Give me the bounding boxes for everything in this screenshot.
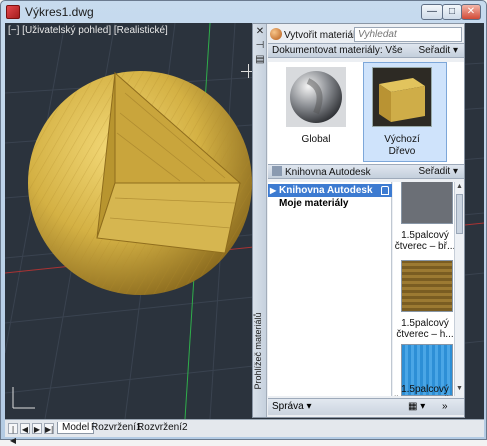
palette-close-icon[interactable]: ✕ [255, 27, 265, 37]
autocad-app-icon[interactable] [6, 5, 20, 19]
layout-tabs-bar: |◀ ◀ ▶ ▶| Model Rozvržení1 Rozvržení2 [5, 419, 484, 445]
create-material-button[interactable]: Vytvořit materiál ▾ [270, 28, 363, 41]
material-label-global: Global [301, 134, 331, 145]
palette-footer: Správa ▾ ▦ ▾ » [268, 398, 464, 415]
prev-tab-icon[interactable]: ◀ [20, 423, 30, 434]
cursor-crosshair-vertical [248, 64, 249, 78]
material-sphere-icon [270, 28, 282, 40]
more-options-button[interactable]: » [442, 401, 448, 412]
tree-item-my-materials[interactable]: Moje materiály [268, 197, 392, 210]
view-options-button[interactable]: ▦ ▾ [408, 401, 425, 412]
library-scrollbar[interactable]: ▲ ▼ [454, 182, 464, 396]
material-label-default-wood: Výchozí Dřevo [384, 134, 420, 157]
viewport-controls-label[interactable]: [−] [Uživatelský pohled] [Realistické] [8, 25, 168, 36]
material-name: 1.5palcový čtverec – bř... [394, 230, 456, 252]
material-thumbnail [401, 182, 453, 224]
material-name: 1.5palcový čtverec – h... [396, 318, 454, 340]
title-bar: Výkres1.dwg — □ ✕ [1, 1, 486, 23]
maximize-button[interactable]: □ [442, 4, 462, 20]
library-tree: ▶ Knihovna Autodesk Moje materiály [268, 182, 392, 396]
minimize-button[interactable]: — [421, 4, 443, 20]
first-tab-icon[interactable]: |◀ [8, 423, 18, 445]
library-sort-button[interactable]: Seřadit ▾ [419, 166, 458, 177]
tree-item-label: Knihovna Autodesk [279, 185, 373, 196]
sphere-swatch-icon[interactable] [286, 67, 346, 127]
last-tab-icon[interactable]: ▶| [44, 423, 54, 434]
next-tab-icon[interactable]: ▶ [32, 423, 42, 434]
scrollbar-thumb[interactable] [456, 194, 463, 234]
document-materials-header[interactable]: Dokumentovat materiály: Vše Seřadit ▾ [268, 43, 464, 58]
library-header-label: Knihovna Autodesk [285, 167, 371, 178]
close-button[interactable]: ✕ [461, 4, 481, 20]
tab-layout2[interactable]: Rozvržení2 [133, 422, 192, 433]
manage-button[interactable]: Správa ▾ [272, 401, 311, 412]
library-header[interactable]: Knihovna Autodesk Seřadit ▾ [268, 164, 464, 179]
palette-properties-icon[interactable]: ▤ [255, 55, 265, 65]
palette-side-bar[interactable]: ✕ ⊣ ▤ Prohlížeč materiálů [253, 24, 267, 417]
material-search-input[interactable] [354, 27, 462, 42]
document-materials-panel: Global Výchozí Dřevo [268, 62, 464, 164]
palette-autohide-icon[interactable]: ⊣ [255, 41, 265, 51]
palette-title: Prohlížeč materiálů [253, 312, 263, 390]
scroll-up-icon[interactable]: ▲ [456, 183, 463, 190]
application-window: Výkres1.dwg — □ ✕ [−] [Uživatelský pohle… [0, 0, 487, 445]
palette-toolbar: Vytvořit materiál ▾ [268, 26, 464, 44]
expand-triangle-icon[interactable]: ▶ [270, 184, 276, 197]
scroll-down-icon[interactable]: ▼ [456, 385, 463, 392]
create-material-label: Vytvořit materiál ▾ [284, 30, 364, 41]
palette-main: Vytvořit materiál ▾ Dokumentovat materiá… [268, 24, 464, 417]
tree-item-autodesk-library[interactable]: ▶ Knihovna Autodesk [268, 184, 392, 197]
material-name: 1.5palcový čtverec – stř... [394, 384, 457, 396]
wood-cube-icon[interactable] [372, 67, 432, 127]
window-title: Výkres1.dwg [25, 5, 94, 19]
material-thumbnail [401, 260, 453, 312]
tree-item-label: Moje materiály [279, 198, 349, 209]
document-materials-filter[interactable]: Dokumentovat materiály: Vše [272, 45, 403, 56]
lock-icon [381, 186, 389, 195]
material-browser-palette: ✕ ⊣ ▤ Prohlížeč materiálů Vytvořit mater… [252, 23, 465, 418]
document-sort-button[interactable]: Seřadit ▾ [419, 45, 458, 56]
library-icon [272, 166, 282, 176]
